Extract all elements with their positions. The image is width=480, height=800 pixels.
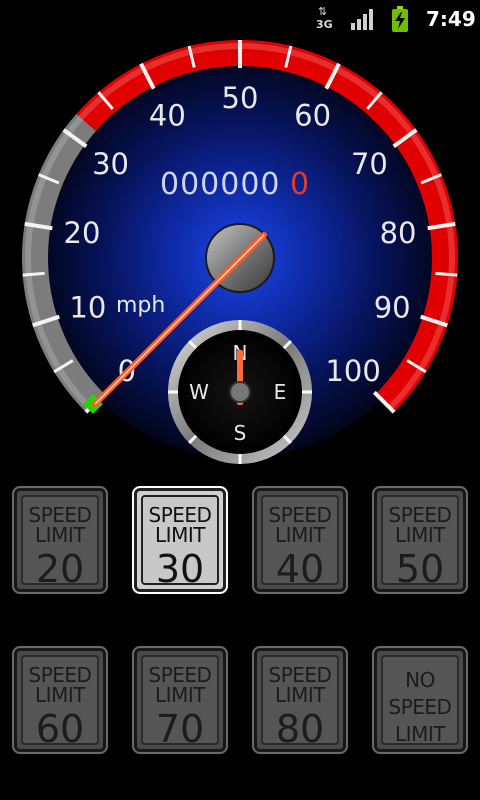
speed-limit-line2: LIMIT bbox=[395, 523, 445, 547]
no-speed-limit-sign: NO SPEED LIMIT bbox=[381, 655, 459, 746]
scale-label-20: 20 bbox=[64, 216, 101, 250]
compass-east: E bbox=[274, 380, 287, 404]
scale-label-100: 100 bbox=[325, 354, 380, 388]
speed-limit-line1: SPEED bbox=[268, 503, 332, 527]
speed-limit-sign: SPEED LIMIT 40 bbox=[261, 495, 339, 589]
speed-limit-value: 40 bbox=[275, 547, 325, 591]
speed-limit-value: 80 bbox=[275, 707, 325, 751]
speed-limit-line1: SPEED bbox=[148, 503, 212, 527]
speed-limit-line2: LIMIT bbox=[155, 683, 205, 707]
no-limit-line2: SPEED bbox=[388, 695, 452, 719]
speed-limit-value: 30 bbox=[155, 547, 205, 591]
scale-label-70: 70 bbox=[351, 147, 388, 181]
scale-label-30: 30 bbox=[92, 147, 129, 181]
speed-limit-sign: SPEED LIMIT 30 bbox=[141, 495, 219, 589]
speed-limit-30-button[interactable]: SPEED LIMIT 30 bbox=[134, 488, 226, 592]
scale-label-90: 90 bbox=[374, 290, 411, 324]
speed-limit-sign: SPEED LIMIT 50 bbox=[381, 495, 459, 589]
scale-label-60: 60 bbox=[294, 98, 331, 132]
scale-label-50: 50 bbox=[222, 81, 259, 115]
speed-limit-line1: SPEED bbox=[148, 663, 212, 687]
speed-limit-line1: SPEED bbox=[268, 663, 332, 687]
scale-tick bbox=[435, 271, 458, 277]
compass-south: S bbox=[234, 421, 247, 445]
odometer: 000000 bbox=[160, 167, 281, 202]
speed-limit-line1: SPEED bbox=[28, 503, 92, 527]
compass-west: W bbox=[189, 380, 209, 404]
odometer-last-digit: 0 bbox=[290, 167, 309, 202]
speed-limit-line2: LIMIT bbox=[35, 523, 85, 547]
speed-limit-sign: SPEED LIMIT 70 bbox=[141, 655, 219, 749]
speed-unit: mph bbox=[116, 293, 165, 318]
speed-limit-60-button[interactable]: SPEED LIMIT 60 bbox=[14, 648, 106, 752]
speed-limit-line1: SPEED bbox=[28, 663, 92, 687]
speed-limit-value: 70 bbox=[155, 707, 205, 751]
speed-limit-line2: LIMIT bbox=[275, 523, 325, 547]
speed-limit-value: 50 bbox=[395, 547, 445, 591]
speed-limit-sign: SPEED LIMIT 80 bbox=[261, 655, 339, 749]
no-limit-line1: NO bbox=[405, 668, 435, 692]
speed-limit-sign: SPEED LIMIT 60 bbox=[21, 655, 99, 749]
compass: N E S W bbox=[168, 320, 312, 464]
speed-limit-sign: SPEED LIMIT 20 bbox=[21, 495, 99, 589]
no-limit-line3: LIMIT bbox=[395, 722, 445, 746]
speed-limit-70-button[interactable]: SPEED LIMIT 70 bbox=[134, 648, 226, 752]
scale-label-10: 10 bbox=[69, 290, 106, 324]
speed-limit-line2: LIMIT bbox=[275, 683, 325, 707]
speed-limit-line2: LIMIT bbox=[155, 523, 205, 547]
scale-label-40: 40 bbox=[149, 98, 186, 132]
speed-limit-20-button[interactable]: SPEED LIMIT 20 bbox=[14, 488, 106, 592]
speed-limit-line1: SPEED bbox=[388, 503, 452, 527]
speedometer-gauge: 0102030405060708090100 000000 0 mph N E … bbox=[22, 40, 458, 464]
scale-tick bbox=[22, 271, 45, 277]
speed-limit-40-button[interactable]: SPEED LIMIT 40 bbox=[254, 488, 346, 592]
speed-limit-value: 20 bbox=[35, 547, 85, 591]
speed-limit-value: 60 bbox=[35, 707, 85, 751]
scale-label-80: 80 bbox=[380, 216, 417, 250]
speed-limit-50-button[interactable]: SPEED LIMIT 50 bbox=[374, 488, 466, 592]
speed-limit-80-button[interactable]: SPEED LIMIT 80 bbox=[254, 648, 346, 752]
no-speed-limit-button[interactable]: NO SPEED LIMIT bbox=[374, 648, 466, 752]
speed-limit-line2: LIMIT bbox=[35, 683, 85, 707]
